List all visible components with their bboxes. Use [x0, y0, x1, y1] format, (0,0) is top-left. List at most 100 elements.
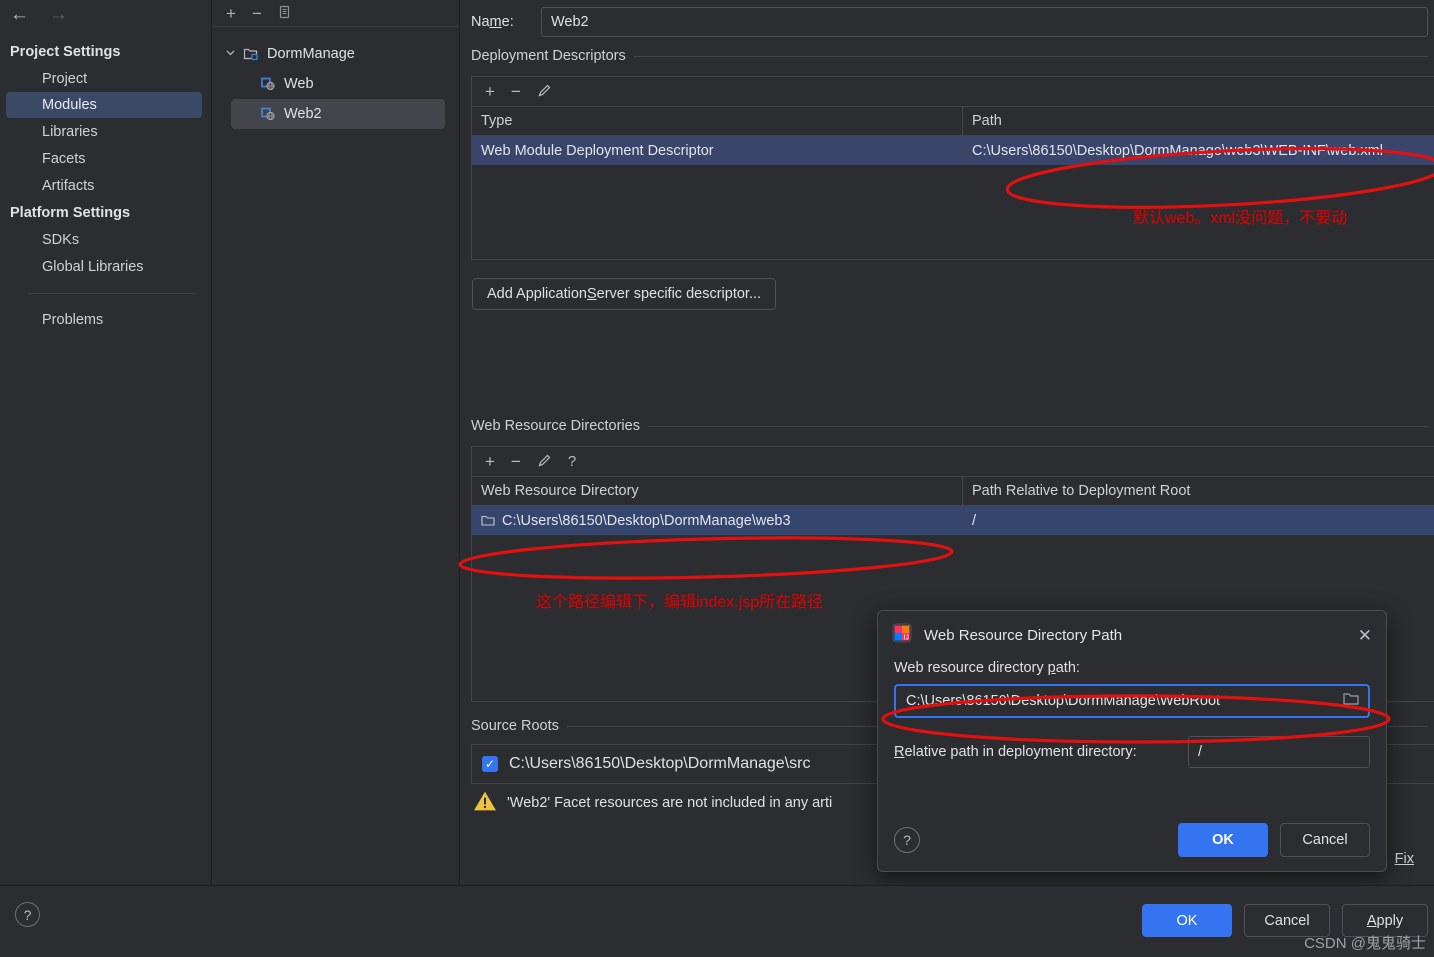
web-module-icon [260, 76, 277, 92]
table-row[interactable]: C:\Users\86150\Desktop\DormManage\web3 / [472, 506, 1434, 535]
sidebar-item-facets[interactable]: Facets [0, 145, 211, 172]
tree-node-label: Web2 [284, 106, 322, 122]
deployment-descriptors-section-header: Deployment Descriptors [461, 44, 1434, 68]
web-resource-path-field[interactable] [894, 684, 1370, 718]
pencil-glyph [538, 454, 551, 466]
module-tree-panel: + − DormManage Web Web2 [213, 0, 460, 885]
cell-text: C:\Users\86150\Desktop\DormManage\web3 [502, 512, 791, 529]
relative-path-label: Relative path in deployment directory: [894, 744, 1137, 760]
bottom-help-icon[interactable]: ? [15, 902, 40, 927]
web-module-icon [260, 106, 277, 122]
dialog-ok-button[interactable]: OK [1178, 823, 1268, 857]
relative-path-input[interactable] [1188, 736, 1370, 768]
deployment-descriptors-title: Deployment Descriptors [471, 48, 626, 64]
add-descriptor-icon[interactable]: + [485, 83, 495, 100]
tree-node-dormmanage[interactable]: DormManage [213, 39, 459, 69]
fix-link[interactable]: Fix [1395, 851, 1414, 867]
add-web-resource-icon[interactable]: + [485, 453, 495, 470]
web-resource-directories-title: Web Resource Directories [471, 418, 640, 434]
folder-browse-glyph [1343, 692, 1359, 705]
warning-triangle-icon [473, 790, 497, 817]
remove-module-icon[interactable]: − [252, 5, 262, 22]
dialog-cancel-button[interactable]: Cancel [1280, 823, 1370, 857]
column-header-web-resource-directory: Web Resource Directory [481, 483, 639, 499]
dialog-bottom-bar: ? OK Cancel Apply CSDN @鬼鬼骑士 [0, 885, 1434, 957]
dialog-help-icon[interactable]: ? [894, 827, 920, 853]
web-resource-path-input[interactable] [906, 693, 1342, 709]
browse-folder-icon[interactable] [1342, 691, 1360, 712]
facet-warning-text: 'Web2' Facet resources are not included … [507, 795, 833, 811]
cell-descriptor-path: C:\Users\86150\Desktop\DormManage\web3\W… [962, 136, 1434, 165]
web-resource-directory-path-dialog: IJ Web Resource Directory Path ✕ Web res… [877, 610, 1387, 872]
edit-descriptor-icon[interactable] [537, 83, 552, 101]
source-roots-title: Source Roots [471, 718, 559, 734]
sidebar-divider [28, 293, 197, 294]
forward-arrow-icon[interactable]: → [49, 5, 68, 24]
dialog-title-bar: IJ Web Resource Directory Path ✕ [878, 611, 1386, 659]
intellij-glyph: IJ [892, 623, 912, 642]
section-divider-line [633, 55, 1428, 57]
section-divider-line [647, 425, 1428, 427]
deployment-table-header: Type Path [472, 107, 1434, 136]
settings-sidebar: ← → Project Settings Project Modules Lib… [0, 0, 212, 885]
chevron-glyph [226, 50, 235, 56]
svg-text:IJ: IJ [904, 634, 909, 641]
sidebar-item-global-libraries[interactable]: Global Libraries [0, 253, 211, 280]
web-resource-directories-section-header: Web Resource Directories [461, 414, 1434, 438]
tree-node-label: Web [284, 76, 314, 92]
web-resource-help-icon[interactable]: ? [568, 454, 576, 469]
web-resource-table-header: Web Resource Directory Path Relative to … [472, 477, 1434, 506]
dialog-path-label-wrap: Web resource directory path: [878, 659, 1386, 677]
sidebar-item-project[interactable]: Project [0, 65, 211, 92]
deployment-descriptors-toolbar: + − [472, 77, 1434, 107]
module-name-row: Name: [461, 0, 1434, 44]
table-row[interactable]: Web Module Deployment Descriptor C:\User… [472, 136, 1434, 165]
sidebar-item-problems[interactable]: Problems [0, 306, 211, 333]
pencil-glyph [538, 84, 551, 96]
sidebar-group-header-platform-settings: Platform Settings [10, 204, 131, 221]
add-application-server-descriptor-button[interactable]: Add Application Server specific descript… [472, 278, 777, 310]
deployment-table-empty-area [472, 165, 1434, 259]
column-header-type: Type [481, 113, 513, 129]
folder-icon [481, 514, 495, 527]
copy-glyph [279, 5, 289, 18]
ok-button[interactable]: OK [1142, 904, 1232, 937]
folder-glyph [481, 515, 495, 526]
remove-web-resource-icon[interactable]: − [511, 453, 521, 470]
tree-node-web[interactable]: Web [213, 69, 459, 99]
sidebar-group-header-project-settings: Project Settings [10, 43, 121, 60]
web-module-glyph [261, 107, 275, 121]
sidebar-item-modules[interactable]: Modules [6, 92, 202, 118]
back-arrow-icon[interactable]: ← [10, 5, 29, 24]
module-name-input[interactable] [541, 7, 1428, 37]
add-module-icon[interactable]: + [226, 5, 236, 22]
web-resource-path-label: Web resource directory path: [894, 660, 1080, 676]
chevron-down-icon[interactable] [225, 47, 243, 61]
close-icon[interactable]: ✕ [1358, 627, 1372, 644]
edit-web-resource-icon[interactable] [537, 453, 552, 471]
source-root-path: C:\Users\86150\Desktop\DormManage\src [509, 755, 811, 772]
watermark-text: CSDN @鬼鬼骑士 [1304, 935, 1426, 952]
copy-module-icon[interactable] [278, 5, 292, 22]
sidebar-navigation: ← → [10, 0, 68, 28]
sidebar-item-artifacts[interactable]: Artifacts [0, 172, 211, 199]
remove-descriptor-icon[interactable]: − [511, 83, 521, 100]
module-tree-toolbar: + − [213, 0, 459, 27]
tree-node-label: DormManage [267, 46, 355, 62]
source-root-checkbox[interactable]: ✓ [482, 756, 498, 772]
column-header-path: Path [962, 107, 1434, 135]
module-name-label: Name: [471, 14, 514, 30]
warning-glyph [474, 791, 496, 810]
folder-module-glyph [243, 48, 258, 61]
relative-path-row: Relative path in deployment directory: [894, 736, 1370, 768]
sidebar-item-sdks[interactable]: SDKs [0, 226, 211, 253]
tree-node-web2[interactable]: Web2 [231, 99, 445, 129]
sidebar-item-libraries[interactable]: Libraries [0, 118, 211, 145]
web-module-glyph [261, 77, 275, 91]
cell-web-resource-directory: C:\Users\86150\Desktop\DormManage\web3 [472, 506, 962, 535]
web-resource-toolbar: + − ? [472, 447, 1434, 477]
dialog-button-row: ? OK Cancel [878, 823, 1386, 857]
intellij-logo-icon: IJ [892, 623, 912, 648]
module-group-icon [243, 46, 260, 62]
cell-descriptor-type: Web Module Deployment Descriptor [481, 142, 714, 159]
